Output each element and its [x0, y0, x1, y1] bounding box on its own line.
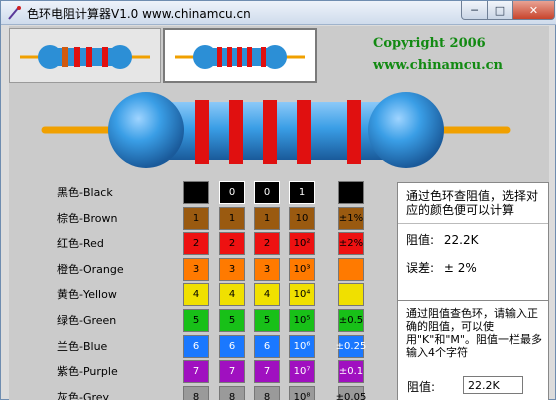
resistor-band-4: [297, 100, 311, 164]
band2-color-cell[interactable]: 6: [219, 334, 245, 358]
app-icon: [8, 6, 21, 20]
tab-5-band-resistor[interactable]: [163, 28, 317, 83]
multiplier-color-cell[interactable]: 10: [289, 206, 315, 230]
resistor-band-1: [195, 100, 209, 164]
tolerance-result: ± 2%: [443, 261, 477, 275]
tolerance-label-row: 误差: ± 2%: [406, 261, 477, 275]
band1-color-cell[interactable]: [183, 181, 209, 204]
color-name-label: 紫色-Purple: [57, 365, 118, 379]
multiplier-color-cell[interactable]: 1: [289, 181, 315, 204]
close-button[interactable]: ✕: [512, 1, 555, 20]
band1-color-cell[interactable]: 1: [183, 206, 209, 230]
minimize-button[interactable]: ─: [461, 1, 488, 20]
band1-color-cell[interactable]: 6: [183, 334, 209, 358]
band2-color-cell[interactable]: 4: [219, 283, 245, 307]
band1-color-cell[interactable]: 7: [183, 360, 209, 384]
band1-color-cell[interactable]: 2: [183, 232, 209, 256]
resistance-label-row: 阻值: 22.2K: [406, 233, 478, 247]
copyright-text: Copyright 2006 www.chinamcu.cn: [373, 33, 543, 77]
tolerance-color-cell[interactable]: [338, 283, 364, 307]
color-name-label: 黑色-Black: [57, 186, 113, 199]
lookup-panel: 通过色环查阻值，选择对应的颜色便可以计算 阻值: 22.2K 误差: ± 2%: [397, 182, 549, 308]
resistance-result: 22.2K: [443, 233, 479, 247]
multiplier-color-cell[interactable]: 10⁷: [289, 360, 315, 384]
multiplier-color-cell[interactable]: 10³: [289, 257, 315, 281]
tolerance-color-cell[interactable]: ±0.05: [336, 385, 366, 400]
band3-color-cell[interactable]: 1: [254, 206, 280, 230]
tolerance-color-cell[interactable]: ±0.25: [336, 334, 366, 358]
copyright-line: Copyright 2006: [373, 36, 486, 51]
tab-4-band-resistor[interactable]: [9, 28, 161, 83]
tolerance-label: 误差:: [406, 261, 435, 275]
color-name-label: 黄色-Yellow: [57, 288, 117, 302]
resistor-left-cap: [108, 92, 184, 168]
band3-color-cell[interactable]: 6: [254, 334, 280, 358]
tolerance-color-cell[interactable]: ±2%: [338, 232, 364, 256]
small-resistor-icon: [175, 45, 305, 69]
band2-color-cell[interactable]: 0: [219, 181, 245, 204]
resistor-right-cap: [368, 92, 444, 168]
multiplier-color-cell[interactable]: 10⁵: [289, 309, 315, 332]
tolerance-color-cell[interactable]: ±0.1: [338, 360, 364, 384]
client-area: Copyright 2006 www.chinamcu.cn 黑色-Black …: [9, 26, 549, 400]
resistance-input[interactable]: 22.2K: [463, 376, 523, 394]
resistor-band-tolerance: [347, 100, 361, 164]
multiplier-color-cell[interactable]: 10⁸: [289, 385, 315, 400]
input-description: 通过阻值查色环，请输入正确的阻值，可以使用"K"和"M"。阻值一栏最多输入4个字…: [406, 307, 542, 359]
band1-color-cell[interactable]: 5: [183, 309, 209, 332]
divider: [398, 223, 548, 224]
color-name-label: 棕色-Brown: [57, 211, 118, 225]
band2-color-cell[interactable]: 2: [219, 232, 245, 256]
band1-color-cell[interactable]: 3: [183, 257, 209, 281]
band3-color-cell[interactable]: 7: [254, 360, 280, 384]
band1-color-cell[interactable]: 8: [183, 385, 209, 400]
band2-color-cell[interactable]: 7: [219, 360, 245, 384]
window-title: 色环电阻计算器V1.0 www.chinamcu.cn: [27, 7, 251, 21]
input-resistance-label: 阻值:: [407, 380, 436, 394]
tolerance-color-cell[interactable]: [338, 257, 364, 281]
color-name-label: 绿色-Green: [57, 314, 117, 327]
multiplier-color-cell[interactable]: 10⁴: [289, 283, 315, 307]
multiplier-color-cell[interactable]: 10²: [289, 232, 315, 256]
band1-color-cell[interactable]: 4: [183, 283, 209, 307]
small-resistor-icon: [20, 45, 150, 69]
title-bar[interactable]: 色环电阻计算器V1.0 www.chinamcu.cn ─ □ ✕: [1, 1, 556, 25]
website-line: www.chinamcu.cn: [373, 58, 503, 73]
tolerance-color-cell[interactable]: ±1%: [338, 206, 364, 230]
resistor-band-3: [263, 100, 277, 164]
color-name-label: 红色-Red: [57, 237, 104, 251]
tolerance-color-cell[interactable]: ±0.5: [338, 309, 364, 332]
color-name-label: 灰色-Grey: [57, 390, 110, 400]
resistor-preview: [41, 92, 511, 168]
band3-color-cell[interactable]: 2: [254, 232, 280, 256]
multiplier-color-cell[interactable]: 10⁶: [289, 334, 315, 358]
lookup-description: 通过色环查阻值，选择对应的颜色便可以计算: [406, 189, 539, 217]
tolerance-color-cell[interactable]: [338, 181, 364, 204]
band2-color-cell[interactable]: 5: [219, 309, 245, 332]
app-window: 色环电阻计算器V1.0 www.chinamcu.cn ─ □ ✕ Copyri…: [0, 0, 556, 400]
band3-color-cell[interactable]: 3: [254, 257, 280, 281]
band2-color-cell[interactable]: 1: [219, 206, 245, 230]
band3-color-cell[interactable]: 5: [254, 309, 280, 332]
color-name-label: 兰色-Blue: [57, 339, 108, 353]
band2-color-cell[interactable]: 8: [219, 385, 245, 400]
color-name-label: 橙色-Orange: [57, 262, 124, 276]
band2-color-cell[interactable]: 3: [219, 257, 245, 281]
resistance-label: 阻值:: [406, 233, 435, 247]
resistor-band-2: [229, 100, 243, 164]
band3-color-cell[interactable]: 4: [254, 283, 280, 307]
band3-color-cell[interactable]: 0: [254, 181, 280, 204]
maximize-button[interactable]: □: [487, 1, 513, 20]
band3-color-cell[interactable]: 8: [254, 385, 280, 400]
